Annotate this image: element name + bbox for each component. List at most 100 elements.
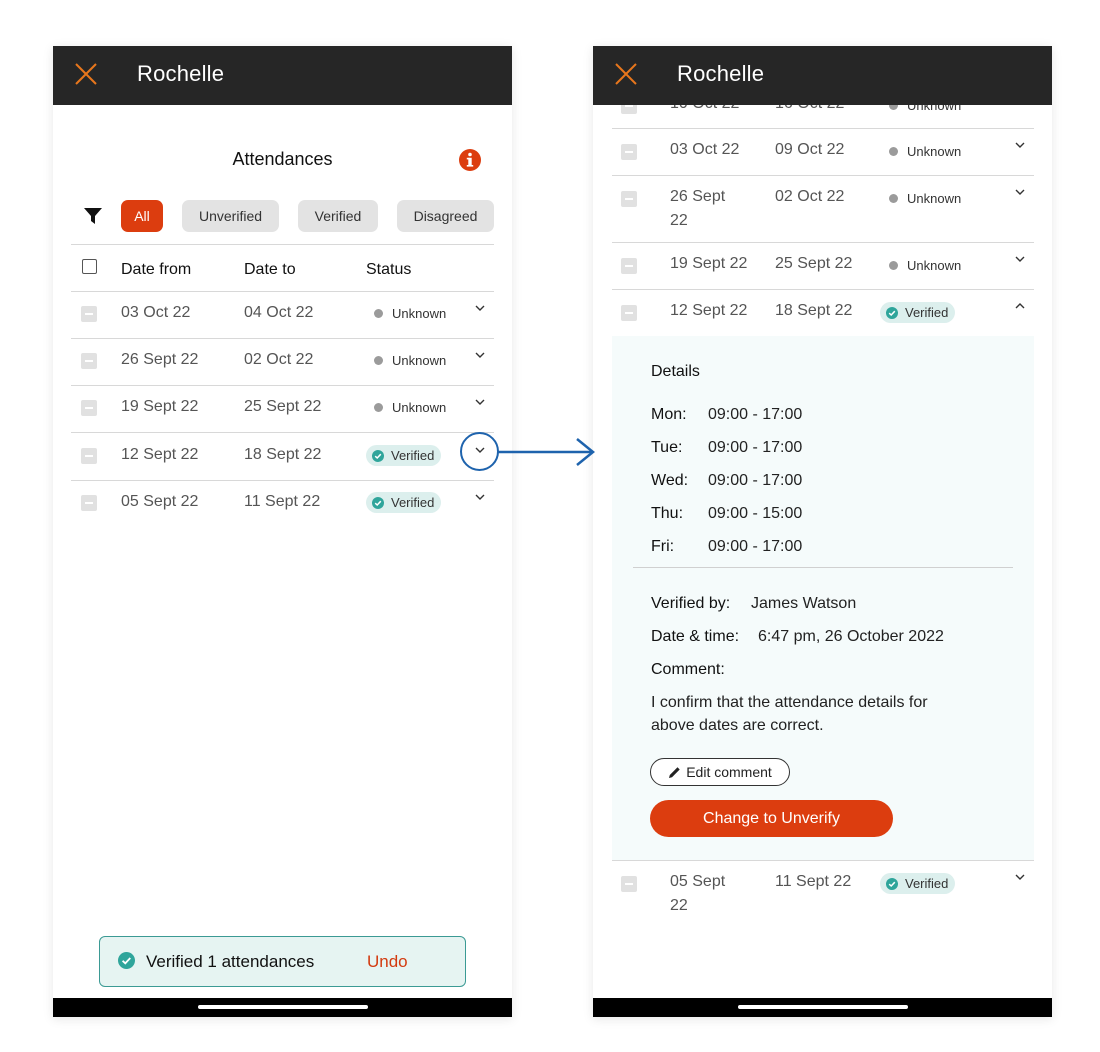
date-to: 25 Sept 22: [775, 255, 853, 272]
header-title: Rochelle: [677, 61, 765, 86]
status-label: Unknown: [392, 306, 447, 321]
date-from: 05 Sept: [670, 873, 726, 890]
status-dot: [889, 147, 898, 156]
details-heading: Details: [651, 363, 700, 380]
check-circle-icon: [118, 952, 135, 969]
check-circle-icon: [372, 449, 384, 462]
pencil-icon: [669, 766, 680, 778]
status-label: Unknown: [907, 258, 962, 273]
status-label: Verified: [905, 876, 949, 891]
filter-chip-unverified[interactable]: Unverified: [182, 200, 279, 232]
schedule-day: Fri:: [651, 538, 675, 555]
status-badge: Verified: [880, 873, 956, 894]
page-title: Attendances: [232, 149, 333, 169]
row-checkbox[interactable]: [621, 305, 637, 321]
date-to: 02 Oct 22: [244, 351, 314, 368]
date-to: 02 Oct 22: [775, 188, 845, 205]
highlight-circle: [460, 432, 499, 471]
schedule-hours: 09:00 - 17:00: [708, 472, 803, 489]
chevron-down-icon[interactable]: [1014, 255, 1026, 263]
row-checkbox[interactable]: [621, 144, 637, 160]
date-to: 11 Sept 22: [244, 493, 321, 510]
undo-button[interactable]: Undo: [367, 952, 408, 972]
toast-notification: Verified 1 attendances Undo: [99, 936, 466, 987]
row-checkbox[interactable]: [81, 306, 97, 322]
check-circle-icon: [372, 496, 384, 509]
row-checkbox[interactable]: [621, 258, 637, 274]
datetime-value: 6:47 pm, 26 October 2022: [758, 628, 944, 645]
divider: [71, 244, 494, 245]
attendance-detail-screen: Rochelle 10 Oct 22 16 Oct 22 Unknown 03 …: [593, 46, 1052, 1017]
home-indicator[interactable]: [197, 1005, 368, 1009]
row-checkbox[interactable]: [81, 353, 97, 369]
date-from-continued: 22: [670, 897, 688, 914]
row-checkbox[interactable]: [621, 876, 637, 892]
home-indicator[interactable]: [737, 1005, 908, 1009]
row-checkbox[interactable]: [81, 448, 97, 464]
select-all-checkbox[interactable]: [82, 259, 97, 274]
app-header: Rochelle: [593, 46, 1052, 105]
close-icon[interactable]: [73, 61, 99, 87]
row-checkbox[interactable]: [621, 191, 637, 207]
chevron-down-icon[interactable]: [1014, 873, 1026, 881]
divider: [612, 860, 1034, 861]
divider: [71, 291, 494, 292]
status-label: Unknown: [392, 353, 447, 368]
chevron-down-icon[interactable]: [474, 493, 486, 501]
chevron-down-icon[interactable]: [474, 351, 486, 359]
edit-comment-label: Edit comment: [686, 764, 772, 780]
schedule-hours: 09:00 - 17:00: [708, 406, 803, 423]
date-to: 18 Sept 22: [775, 302, 853, 319]
status-badge: Verified: [366, 492, 442, 513]
status-badge: Unknown: [374, 306, 446, 321]
date-to: 04 Oct 22: [244, 304, 314, 321]
filter-chip-disagreed[interactable]: Disagreed: [397, 200, 494, 232]
status-dot: [889, 261, 898, 270]
check-circle-icon: [886, 306, 898, 319]
divider: [612, 289, 1034, 290]
divider: [71, 432, 494, 433]
filter-chip-all[interactable]: All: [121, 200, 163, 232]
app-header: Rochelle: [53, 46, 512, 105]
filter-chip-verified[interactable]: Verified: [298, 200, 378, 232]
filter-icon[interactable]: [84, 208, 102, 224]
schedule-day: Tue:: [651, 439, 683, 456]
divider: [71, 480, 494, 481]
schedule-day: Wed:: [651, 472, 689, 489]
status-badge: Unknown: [889, 144, 961, 159]
chevron-up-icon[interactable]: [1014, 302, 1026, 310]
row-checkbox[interactable]: [81, 495, 97, 511]
chevron-down-icon[interactable]: [1014, 141, 1026, 149]
date-from: 12 Sept 22: [121, 446, 199, 463]
chevron-down-icon[interactable]: [474, 304, 486, 312]
edit-comment-button[interactable]: Edit comment: [650, 758, 790, 786]
date-to: 18 Sept 22: [244, 446, 322, 463]
status-badge: Unknown: [889, 258, 961, 273]
close-icon[interactable]: [613, 61, 639, 87]
status-label: Unknown: [907, 144, 962, 159]
chevron-down-icon[interactable]: [1014, 188, 1026, 196]
divider: [71, 338, 494, 339]
info-icon[interactable]: [458, 148, 482, 172]
details-divider: [633, 567, 1013, 568]
status-dot: [374, 403, 383, 412]
status-label: Verified: [391, 495, 435, 510]
change-to-unverify-button[interactable]: Change to Unverify: [650, 800, 893, 837]
divider: [71, 385, 494, 386]
status-badge: Unknown: [374, 353, 446, 368]
status-dot: [374, 309, 383, 318]
schedule-day: Thu:: [651, 505, 684, 522]
date-from: 26 Sept: [670, 188, 726, 205]
row-checkbox[interactable]: [81, 400, 97, 416]
status-dot: [889, 194, 898, 203]
check-circle-icon: [886, 877, 898, 890]
home-indicator-bar: [593, 998, 1052, 1017]
status-label: Verified: [905, 305, 949, 320]
date-from: 19 Sept 22: [670, 255, 748, 272]
status-label: Verified: [391, 448, 435, 463]
date-from: 03 Oct 22: [121, 304, 191, 321]
verified-by-value: James Watson: [751, 595, 857, 612]
schedule-day: Mon:: [651, 406, 687, 423]
divider: [612, 175, 1034, 176]
chevron-down-icon[interactable]: [474, 398, 486, 406]
